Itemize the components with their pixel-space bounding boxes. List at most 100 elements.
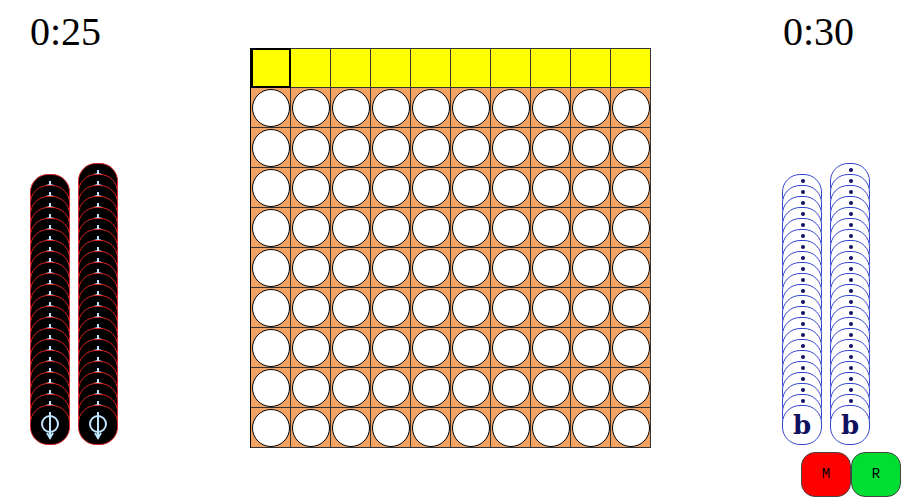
- board-cell[interactable]: [371, 88, 411, 128]
- board-cell[interactable]: [451, 88, 491, 128]
- board-cell[interactable]: [331, 368, 371, 408]
- board-cell[interactable]: [451, 328, 491, 368]
- board-cell[interactable]: [531, 408, 571, 448]
- board-cell[interactable]: [491, 248, 531, 288]
- drop-cell[interactable]: [411, 48, 451, 88]
- board-cell[interactable]: [291, 288, 331, 328]
- board-cell[interactable]: [291, 88, 331, 128]
- control-button[interactable]: M: [801, 452, 851, 497]
- drop-cell[interactable]: [251, 48, 291, 88]
- board-cell[interactable]: [291, 408, 331, 448]
- board-cell[interactable]: [371, 128, 411, 168]
- board-cell[interactable]: [611, 208, 651, 248]
- board-cell[interactable]: [411, 128, 451, 168]
- piece-stack[interactable]: [78, 163, 118, 445]
- drop-cell[interactable]: [491, 48, 531, 88]
- piece-stack[interactable]: b: [830, 163, 870, 445]
- board-cell[interactable]: [331, 248, 371, 288]
- board-cell[interactable]: [411, 88, 451, 128]
- board-cell[interactable]: [491, 168, 531, 208]
- board-cell[interactable]: [411, 208, 451, 248]
- board-cell[interactable]: [531, 208, 571, 248]
- board-cell[interactable]: [331, 328, 371, 368]
- drop-cell[interactable]: [291, 48, 331, 88]
- board-cell[interactable]: [571, 328, 611, 368]
- board-cell[interactable]: [411, 248, 451, 288]
- board-cell[interactable]: [491, 328, 531, 368]
- board-cell[interactable]: [491, 88, 531, 128]
- drop-cell[interactable]: [451, 48, 491, 88]
- board-cell[interactable]: [531, 88, 571, 128]
- board-cell[interactable]: [291, 248, 331, 288]
- board-cell[interactable]: [291, 328, 331, 368]
- board-cell[interactable]: [611, 368, 651, 408]
- board-cell[interactable]: [491, 288, 531, 328]
- board-cell[interactable]: [531, 248, 571, 288]
- board-cell[interactable]: [451, 288, 491, 328]
- board-cell[interactable]: [251, 328, 291, 368]
- board-cell[interactable]: [291, 168, 331, 208]
- board-cell[interactable]: [611, 248, 651, 288]
- board-cell[interactable]: [571, 88, 611, 128]
- board-cell[interactable]: [331, 168, 371, 208]
- board-cell[interactable]: [371, 368, 411, 408]
- board-cell[interactable]: [531, 288, 571, 328]
- drop-cell[interactable]: [331, 48, 371, 88]
- board-cell[interactable]: [451, 168, 491, 208]
- board-cell[interactable]: [491, 128, 531, 168]
- board-cell[interactable]: [611, 328, 651, 368]
- board-cell[interactable]: [371, 168, 411, 208]
- board-cell[interactable]: [411, 168, 451, 208]
- board-cell[interactable]: [371, 248, 411, 288]
- board-cell[interactable]: [611, 88, 651, 128]
- board-cell[interactable]: [571, 168, 611, 208]
- board-cell[interactable]: [531, 168, 571, 208]
- drop-cell[interactable]: [531, 48, 571, 88]
- board-cell[interactable]: [251, 408, 291, 448]
- board-cell[interactable]: [371, 288, 411, 328]
- board-cell[interactable]: [571, 208, 611, 248]
- board-cell[interactable]: [291, 208, 331, 248]
- board-cell[interactable]: [451, 248, 491, 288]
- drop-cell[interactable]: [611, 48, 651, 88]
- board-cell[interactable]: [251, 208, 291, 248]
- board-cell[interactable]: [451, 368, 491, 408]
- board-cell[interactable]: [291, 368, 331, 408]
- board-cell[interactable]: [571, 128, 611, 168]
- board-cell[interactable]: [411, 328, 451, 368]
- board-cell[interactable]: [531, 128, 571, 168]
- board-cell[interactable]: [331, 88, 371, 128]
- board-cell[interactable]: [251, 368, 291, 408]
- board-cell[interactable]: [611, 408, 651, 448]
- board-cell[interactable]: [371, 208, 411, 248]
- board-cell[interactable]: [251, 168, 291, 208]
- board-cell[interactable]: [251, 248, 291, 288]
- board-cell[interactable]: [531, 368, 571, 408]
- board-cell[interactable]: [331, 288, 371, 328]
- board-cell[interactable]: [331, 128, 371, 168]
- board-cell[interactable]: [491, 408, 531, 448]
- board-cell[interactable]: [571, 368, 611, 408]
- board-cell[interactable]: [571, 248, 611, 288]
- board-cell[interactable]: [331, 408, 371, 448]
- board-cell[interactable]: [251, 128, 291, 168]
- board-cell[interactable]: [411, 288, 451, 328]
- board-cell[interactable]: [611, 128, 651, 168]
- board-cell[interactable]: [491, 208, 531, 248]
- board-cell[interactable]: [411, 408, 451, 448]
- board-cell[interactable]: [411, 368, 451, 408]
- board-cell[interactable]: [571, 288, 611, 328]
- board-cell[interactable]: [611, 168, 651, 208]
- board-cell[interactable]: [571, 408, 611, 448]
- piece-stack[interactable]: [30, 174, 70, 445]
- board-cell[interactable]: [251, 88, 291, 128]
- board-cell[interactable]: [371, 328, 411, 368]
- board-cell[interactable]: [611, 288, 651, 328]
- board-cell[interactable]: [291, 128, 331, 168]
- board-cell[interactable]: [451, 128, 491, 168]
- board-cell[interactable]: [371, 408, 411, 448]
- control-button[interactable]: R: [851, 452, 901, 497]
- drop-cell[interactable]: [371, 48, 411, 88]
- board-cell[interactable]: [451, 208, 491, 248]
- board-cell[interactable]: [491, 368, 531, 408]
